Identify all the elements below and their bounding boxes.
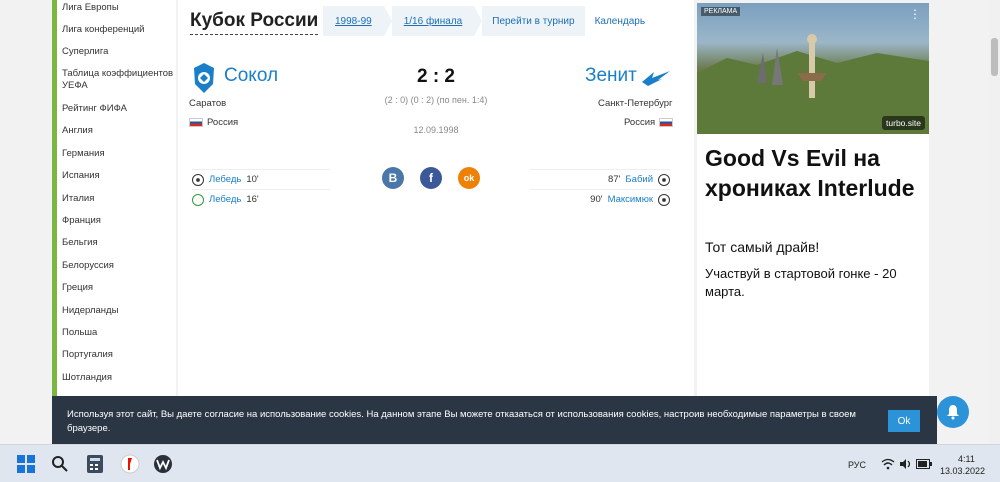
tournament-link[interactable]: Перейти в турнир (482, 6, 585, 36)
goal-scorer[interactable]: Бабий (625, 174, 653, 185)
advertisement[interactable]: РЕКЛАМА ⋮ turbo.site Good Vs Evil на хро… (697, 3, 929, 444)
search-icon[interactable] (50, 454, 70, 474)
sidebar-item-france[interactable]: Франция (57, 215, 175, 227)
goal-scorer[interactable]: Лебедь (209, 174, 241, 185)
yandex-browser-icon[interactable] (120, 454, 140, 474)
goal-minute: 16' (246, 194, 259, 205)
notification-bell-button[interactable] (937, 396, 969, 428)
away-team-country: Россия (624, 117, 674, 128)
match-content: Кубок России 1998-99 1/16 финала Перейти… (178, 0, 694, 444)
goal-ball-icon (192, 173, 204, 186)
sidebar-item-scotland[interactable]: Шотландия (57, 372, 175, 384)
vk-share-button[interactable]: В (382, 167, 404, 189)
ad-game-scene-icon (697, 34, 929, 134)
ad-image[interactable]: РЕКЛАМА ⋮ turbo.site (697, 3, 929, 134)
scrollbar[interactable] (989, 0, 1000, 444)
ad-domain[interactable]: turbo.site (882, 116, 925, 130)
sidebar-item-portugal[interactable]: Португалия (57, 349, 175, 361)
w-app-icon[interactable] (153, 454, 173, 474)
clock-date[interactable]: 13.03.2022 (940, 466, 985, 476)
language-indicator[interactable]: РУС (848, 460, 866, 470)
breadcrumb: 1998-99 1/16 финала Перейти в турнир Кал… (323, 6, 656, 36)
sidebar-item-super-league[interactable]: Суперлига (57, 46, 175, 58)
ad-headline[interactable]: Good Vs Evil на хрониках Interlude (705, 143, 925, 203)
goal-event-row: Лебедь 16' (192, 189, 330, 209)
sidebar-item-poland[interactable]: Польша (57, 327, 175, 339)
away-team-name[interactable]: Зенит (585, 65, 637, 87)
goal-ball-icon (658, 173, 670, 186)
cookie-banner: Используя этот сайт, Вы даете согласие н… (52, 396, 937, 444)
sidebar-item-germany[interactable]: Германия (57, 148, 175, 160)
goal-event-row: 87' Бабий (530, 169, 670, 189)
sidebar-item-england[interactable]: Англия (57, 125, 175, 137)
sidebar-item-belarus[interactable]: Белоруссия (57, 260, 175, 272)
away-team-city: Санкт-Петербург (598, 98, 673, 109)
goal-minute: 10' (246, 174, 259, 185)
sidebar-item-fifa-rating[interactable]: Рейтинг ФИФА (57, 103, 175, 115)
goal-event-row: 90' Максимюк (530, 189, 670, 209)
sidebar: Лига Европы Лига конференций Суперлига Т… (52, 0, 176, 444)
ad-subtitle[interactable]: Тот самый драйв! (705, 239, 819, 255)
sidebar-item-uefa-coefficients[interactable]: Таблица коэффициентов УЕФА (57, 68, 175, 92)
sidebar-item-italy[interactable]: Италия (57, 193, 175, 205)
away-team-logo[interactable] (640, 68, 672, 88)
taskbar: РУС 4:11 13.03.2022 (0, 444, 1000, 482)
ad-menu-icon[interactable]: ⋮ (909, 7, 921, 21)
odnoklassniki-share-button[interactable]: ok (458, 167, 480, 189)
penalty-goal-icon (192, 193, 204, 206)
goal-minute: 90' (590, 194, 603, 205)
windows-start-icon[interactable] (16, 454, 36, 474)
zenit-logo-icon (642, 71, 670, 86)
cookie-text: Используя этот сайт, Вы даете согласие н… (67, 409, 856, 434)
facebook-share-button[interactable]: f (420, 167, 442, 189)
goal-event-row: Лебедь 10' (192, 169, 330, 189)
sidebar-item-greece[interactable]: Греция (57, 282, 175, 294)
season-link[interactable]: 1998-99 (323, 6, 392, 36)
sidebar-item-spain[interactable]: Испания (57, 170, 175, 182)
ad-label: РЕКЛАМА (701, 7, 741, 16)
cookie-ok-button[interactable]: Ok (888, 410, 920, 432)
russia-flag-icon (659, 118, 674, 127)
battery-icon[interactable] (914, 454, 934, 474)
sidebar-item-europa-league[interactable]: Лига Европы (57, 2, 175, 14)
scrollbar-thumb[interactable] (991, 38, 998, 76)
match-date: 12.09.1998 (413, 125, 459, 135)
goal-scorer[interactable]: Лебедь (209, 194, 241, 205)
volume-icon[interactable] (896, 454, 916, 474)
clock-time[interactable]: 4:11 (958, 454, 975, 464)
bell-icon (947, 405, 959, 420)
goal-scorer[interactable]: Максимюк (608, 194, 653, 205)
sidebar-item-belgium[interactable]: Бельгия (57, 237, 175, 249)
wifi-icon[interactable] (878, 454, 898, 474)
calculator-icon[interactable] (85, 454, 105, 474)
calendar-link[interactable]: Календарь (584, 6, 656, 36)
goal-ball-icon (658, 193, 670, 206)
sidebar-item-netherlands[interactable]: Нидерланды (57, 305, 175, 317)
goal-minute: 87' (608, 174, 621, 185)
round-link[interactable]: 1/16 финала (391, 6, 482, 36)
ad-text[interactable]: Участвуй в стартовой гонке - 20 марта. (705, 265, 925, 301)
page-title[interactable]: Кубок России (190, 10, 319, 35)
sidebar-item-conference-league[interactable]: Лига конференций (57, 24, 175, 36)
